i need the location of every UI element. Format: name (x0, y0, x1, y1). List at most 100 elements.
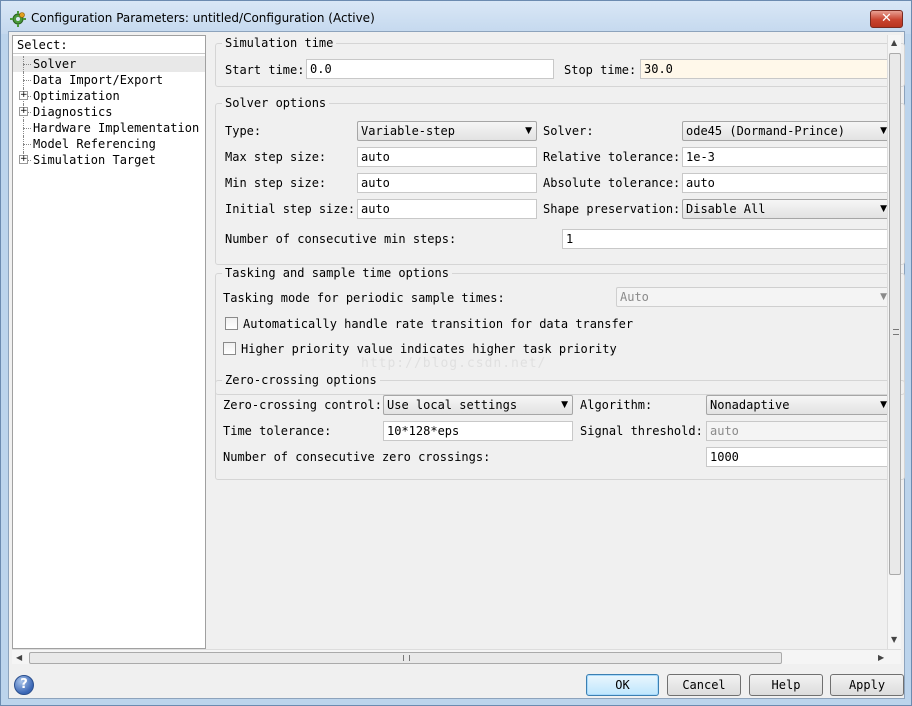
tree-item-optimization[interactable]: + Optimization (13, 88, 205, 104)
solver-label: Solver: (543, 124, 594, 138)
tree-connector (19, 56, 33, 72)
relative-tolerance-input[interactable]: 1e-3 (682, 147, 892, 167)
tree-item-label: Optimization (33, 89, 120, 103)
start-time-label: Start time: (225, 63, 305, 77)
type-select[interactable]: Variable-step ▼ (357, 121, 537, 141)
initial-step-input[interactable]: auto (357, 199, 537, 219)
dropdown-arrow-icon: ▼ (880, 204, 887, 214)
grip-icon (403, 655, 410, 661)
auto-rate-transition-label: Automatically handle rate transition for… (243, 317, 634, 331)
expand-plus-icon[interactable]: + (19, 155, 28, 164)
consecutive-zero-crossings-input[interactable]: 1000 (706, 447, 892, 467)
stop-time-label: Stop time: (564, 63, 637, 77)
time-tolerance-label: Time tolerance: (223, 424, 332, 438)
expand-plus-icon[interactable]: + (19, 107, 28, 116)
absolute-tolerance-label: Absolute tolerance: (543, 176, 681, 190)
signal-threshold-label: Signal threshold: (580, 424, 703, 438)
shape-preservation-select[interactable]: Disable All ▼ (682, 199, 892, 219)
category-tree: Select: Solver Data Import/Export + Opti… (12, 35, 206, 649)
tree-connector (19, 136, 33, 152)
min-step-input[interactable]: auto (357, 173, 537, 193)
tasking-mode-select[interactable]: Auto ▼ (616, 287, 892, 307)
vertical-scrollbar[interactable]: ▲ ▼ (887, 35, 901, 649)
max-step-label: Max step size: (225, 150, 327, 164)
dropdown-arrow-icon: ▼ (561, 400, 568, 410)
grip-icon (893, 329, 899, 335)
tree-item-label: Model Referencing (33, 137, 156, 151)
zero-crossing-control-label: Zero-crossing control: (223, 398, 382, 412)
signal-threshold-input[interactable]: auto (706, 421, 892, 441)
relative-tolerance-label: Relative tolerance: (543, 150, 681, 164)
type-label: Type: (225, 124, 262, 138)
zero-crossing-control-value: Use local settings (387, 398, 518, 412)
consecutive-min-steps-label: Number of consecutive min steps: (225, 232, 457, 246)
initial-step-label: Initial step size: (225, 202, 356, 216)
scroll-right-icon[interactable]: ▶ (878, 653, 884, 662)
tree-item-label: Hardware Implementation (33, 121, 200, 135)
horizontal-scroll-thumb[interactable] (29, 652, 782, 664)
stop-time-input[interactable]: 30.0 (640, 59, 890, 79)
dropdown-arrow-icon: ▼ (880, 126, 887, 136)
dropdown-arrow-icon: ▼ (525, 126, 532, 136)
window-title: Configuration Parameters: untitled/Confi… (31, 11, 375, 25)
shape-preservation-label: Shape preservation: (543, 202, 681, 216)
tasking-title: Tasking and sample time options (222, 266, 452, 280)
apply-button[interactable]: Apply (830, 674, 904, 696)
tree-connector (19, 72, 33, 88)
scroll-left-icon[interactable]: ◀ (16, 653, 22, 662)
algorithm-select[interactable]: Nonadaptive ▼ (706, 395, 892, 415)
watermark-text: http://blog.csdn.net/ (361, 356, 547, 371)
min-step-label: Min step size: (225, 176, 327, 190)
simulation-time-title: Simulation time (222, 36, 337, 50)
max-step-input[interactable]: auto (357, 147, 537, 167)
horizontal-scrollbar[interactable]: ◀ ▶ (12, 649, 901, 664)
vertical-scroll-thumb[interactable] (889, 53, 901, 575)
tree-item-simulation-target[interactable]: + Simulation Target (13, 152, 205, 168)
absolute-tolerance-input[interactable]: auto (682, 173, 892, 193)
higher-priority-checkbox[interactable] (223, 342, 236, 355)
shape-preservation-value: Disable All (686, 202, 766, 216)
tree-item-diagnostics[interactable]: + Diagnostics (13, 104, 205, 120)
help-icon[interactable]: ? (14, 675, 34, 695)
tree-item-label: Simulation Target (33, 153, 156, 167)
tree-connector (19, 120, 33, 136)
expand-plus-icon[interactable]: + (19, 91, 28, 100)
auto-rate-transition-checkbox[interactable] (225, 317, 238, 330)
algorithm-label: Algorithm: (580, 398, 653, 412)
dialog-client-area: Select: Solver Data Import/Export + Opti… (8, 31, 905, 699)
consecutive-min-steps-input[interactable]: 1 (562, 229, 892, 249)
solver-select-value: ode45 (Dormand-Prince) (686, 124, 845, 138)
tree-item-hardware-implementation[interactable]: Hardware Implementation (13, 120, 205, 136)
time-tolerance-input[interactable]: 10*128*eps (383, 421, 573, 441)
close-button[interactable]: ✕ (870, 10, 903, 28)
dropdown-arrow-icon: ▼ (880, 400, 887, 410)
tree-item-data-import-export[interactable]: Data Import/Export (13, 72, 205, 88)
ok-button[interactable]: OK (586, 674, 659, 696)
title-bar[interactable]: Configuration Parameters: untitled/Confi… (1, 1, 911, 34)
cancel-button[interactable]: Cancel (667, 674, 741, 696)
zero-crossing-control-select[interactable]: Use local settings ▼ (383, 395, 573, 415)
solver-options-title: Solver options (222, 96, 330, 110)
simulink-gear-icon (10, 11, 26, 27)
solver-select[interactable]: ode45 (Dormand-Prince) ▼ (682, 121, 892, 141)
tasking-mode-label: Tasking mode for periodic sample times: (223, 291, 505, 305)
dropdown-arrow-icon: ▼ (880, 292, 887, 302)
tasking-mode-value: Auto (620, 290, 649, 304)
scroll-down-icon[interactable]: ▼ (891, 635, 897, 644)
scroll-up-icon[interactable]: ▲ (891, 38, 897, 47)
tree-item-label: Diagnostics (33, 105, 113, 119)
tree-item-solver[interactable]: Solver (13, 56, 205, 72)
help-button[interactable]: Help (749, 674, 823, 696)
solver-settings-panel: Simulation time Start time: 0.0 Stop tim… (209, 35, 905, 649)
consecutive-zero-crossings-label: Number of consecutive zero crossings: (223, 450, 491, 464)
start-time-input[interactable]: 0.0 (306, 59, 554, 79)
dialog-window: Configuration Parameters: untitled/Confi… (0, 0, 912, 706)
type-select-value: Variable-step (361, 124, 455, 138)
higher-priority-label: Higher priority value indicates higher t… (241, 342, 617, 356)
tree-item-label: Solver (33, 57, 77, 71)
tree-item-label: Data Import/Export (33, 73, 164, 87)
tree-connector: + (19, 104, 33, 120)
tree-connector: + (19, 88, 33, 104)
tree-item-model-referencing[interactable]: Model Referencing (13, 136, 205, 152)
algorithm-value: Nonadaptive (710, 398, 790, 412)
